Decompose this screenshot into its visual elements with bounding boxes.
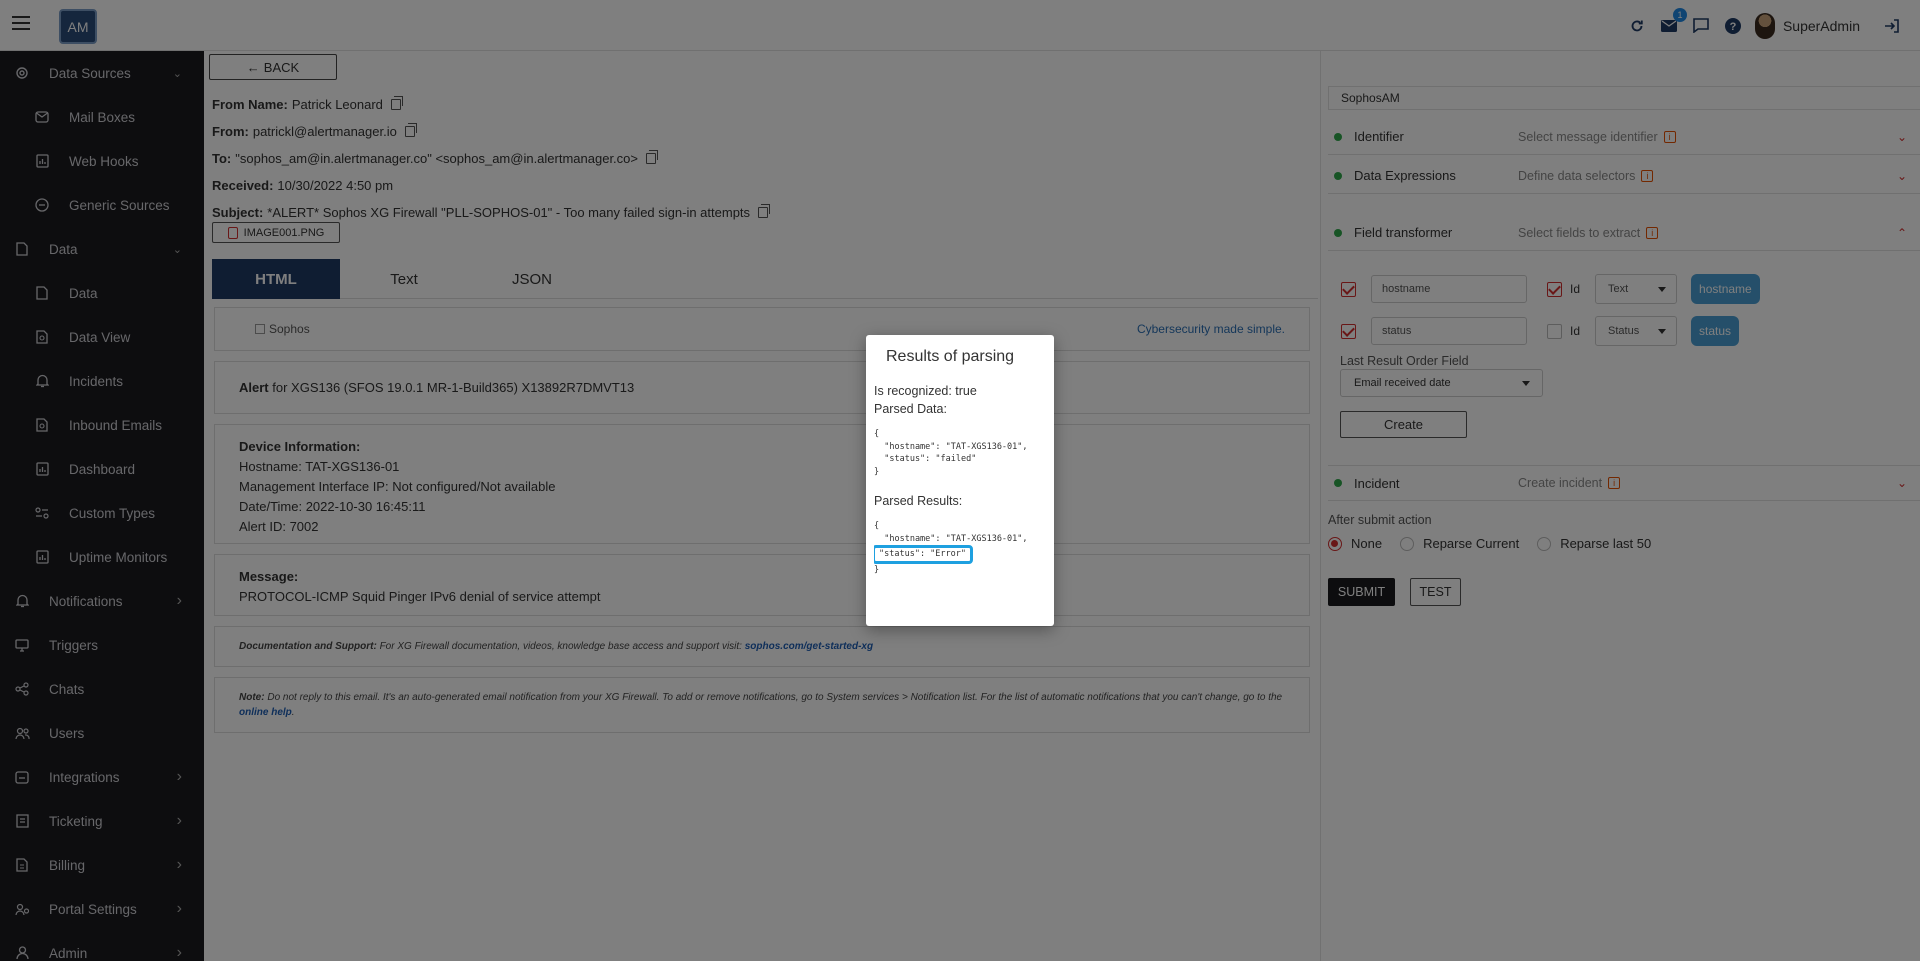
parsed-results-json: { "hostname": "TAT-XGS136-01", "status": … (874, 520, 1046, 576)
json-line: } (874, 564, 880, 575)
parsed-data-json: { "hostname": "TAT-XGS136-01", "status":… (874, 428, 1046, 478)
json-line: { (874, 521, 880, 531)
json-line: } (874, 466, 880, 477)
recognized-text: Is recognized: true (874, 384, 977, 398)
parsed-data-label: Parsed Data: (874, 402, 947, 416)
parse-results-dialog: Results of parsing Is recognized: true P… (866, 335, 1054, 626)
json-line: { (874, 429, 880, 439)
parsed-results-label: Parsed Results: (874, 494, 963, 508)
json-line: "hostname": "TAT-XGS136-01", (874, 533, 1028, 544)
highlighted-status-line: "status": "Error" (874, 545, 973, 564)
json-line: "status": "failed" (874, 454, 977, 464)
dialog-title: Results of parsing (886, 348, 1015, 365)
json-line: "hostname": "TAT-XGS136-01", (874, 441, 1028, 452)
json-line: "status": "Error" (874, 545, 1046, 564)
